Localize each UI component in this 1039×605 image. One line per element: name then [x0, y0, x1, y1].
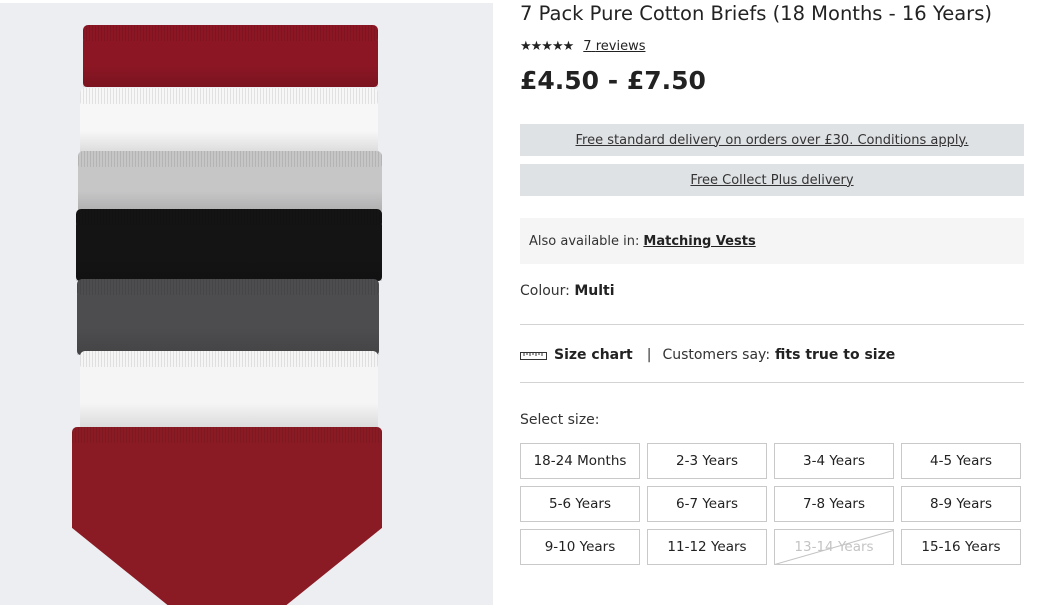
brief-white-bottom — [80, 351, 378, 431]
standard-delivery-banner: Free standard delivery on orders over £3… — [520, 124, 1024, 156]
price-range: £4.50 - £7.50 — [520, 66, 706, 95]
colour-value: Multi — [574, 283, 615, 299]
size-button[interactable]: 8-9 Years — [901, 486, 1021, 522]
reviews-label: reviews — [595, 38, 646, 54]
ruler-icon — [520, 352, 547, 360]
standard-delivery-link[interactable]: Free standard delivery on orders over £3… — [576, 133, 969, 148]
size-fit-row: Size chart | Customers say: fits true to… — [520, 345, 895, 365]
divider — [520, 324, 1024, 325]
also-available-box: Also available in: Matching Vests — [520, 218, 1024, 264]
brief-burgundy-full — [72, 427, 382, 605]
size-button[interactable]: 7-8 Years — [774, 486, 894, 522]
brief-burgundy-top — [83, 25, 378, 87]
colour-row: Colour: Multi — [520, 283, 615, 299]
size-chart-button[interactable]: Size chart — [520, 347, 633, 363]
star-rating-icon: ★★★★★ — [520, 38, 574, 54]
size-button[interactable]: 6-7 Years — [647, 486, 767, 522]
reviews-count: 7 — [583, 38, 592, 54]
size-button-unavailable[interactable]: 13-14 Years — [774, 529, 894, 565]
size-button[interactable]: 4-5 Years — [901, 443, 1021, 479]
size-grid: 18-24 Months 2-3 Years 3-4 Years 4-5 Yea… — [520, 443, 1024, 565]
collect-plus-link[interactable]: Free Collect Plus delivery — [690, 173, 853, 188]
brief-black — [76, 209, 382, 281]
product-title: 7 Pack Pure Cotton Briefs (18 Months - 1… — [520, 2, 992, 25]
size-button[interactable]: 18-24 Months — [520, 443, 640, 479]
divider — [520, 382, 1024, 383]
size-button[interactable]: 2-3 Years — [647, 443, 767, 479]
also-available-label: Also available in: — [529, 233, 640, 249]
matching-vests-link[interactable]: Matching Vests — [643, 234, 755, 249]
size-button[interactable]: 11-12 Years — [647, 529, 767, 565]
size-button[interactable]: 15-16 Years — [901, 529, 1021, 565]
separator: | — [646, 347, 652, 363]
product-image[interactable] — [0, 3, 493, 605]
colour-label: Colour: — [520, 283, 570, 299]
customers-say-value: fits true to size — [775, 347, 896, 363]
size-button[interactable]: 9-10 Years — [520, 529, 640, 565]
rating-row: ★★★★★ 7 reviews — [520, 37, 645, 55]
size-button[interactable]: 5-6 Years — [520, 486, 640, 522]
customers-say-label: Customers say: — [662, 347, 771, 363]
brief-dark-grey — [77, 279, 379, 355]
brief-light-grey — [78, 151, 382, 213]
brief-white-top — [80, 88, 378, 154]
size-button[interactable]: 3-4 Years — [774, 443, 894, 479]
collect-plus-banner: Free Collect Plus delivery — [520, 164, 1024, 196]
size-chart-label: Size chart — [554, 347, 633, 363]
select-size-label: Select size: — [520, 412, 600, 428]
reviews-link[interactable]: 7 reviews — [583, 39, 645, 54]
